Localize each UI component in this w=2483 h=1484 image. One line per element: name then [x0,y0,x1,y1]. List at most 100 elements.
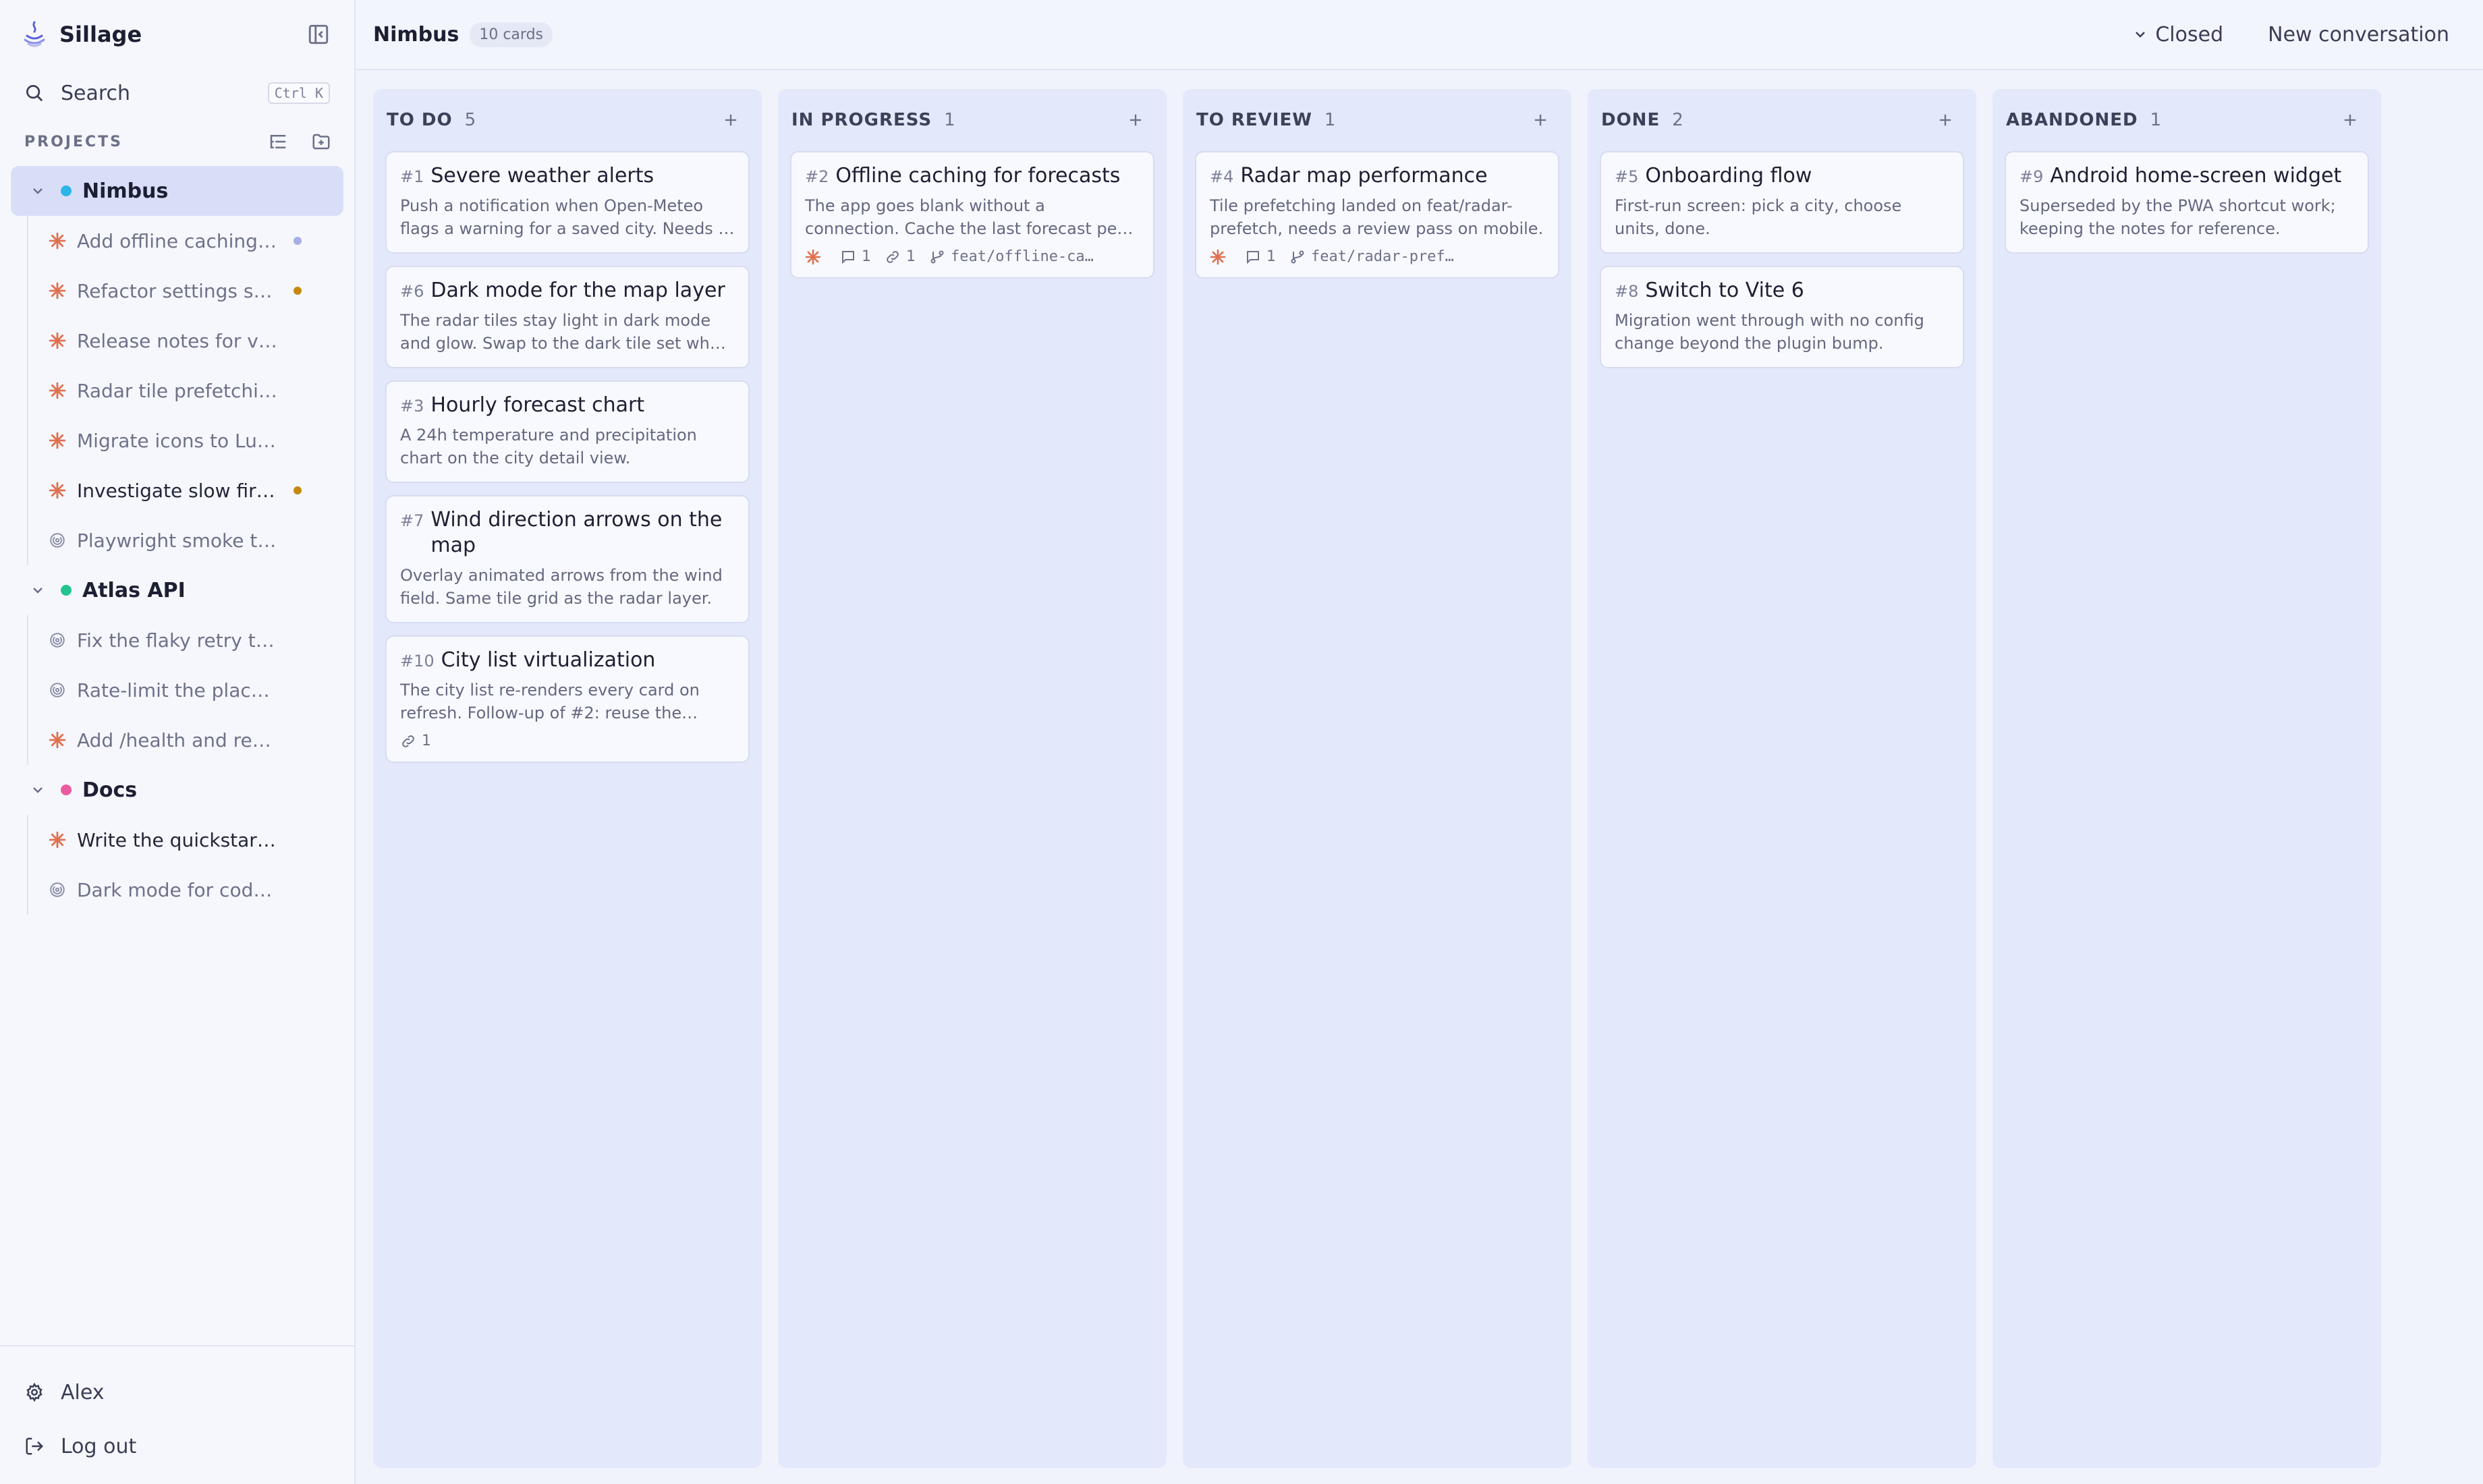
link-count-value: 1 [906,248,916,265]
card-number: #6 [400,282,424,301]
kanban-card[interactable]: #1 Severe weather alerts Push a notificati… [385,151,750,254]
logout-icon [26,1437,44,1455]
collapse-sidebar-icon[interactable] [307,23,330,46]
comment-count: 1 [1245,248,1276,265]
column-title: IN PROGRESS [791,110,932,130]
logout-label: Log out [61,1434,137,1458]
column-count: 1 [1324,110,1336,130]
column-abandoned: ABANDONED 1 #9 Android home-screen widget Su… [1992,89,2381,1468]
link-count: 1 [885,248,916,265]
sidebar: Sillage Search Ctrl K PROJECTS Nimbus Add… [0,0,356,1484]
conversation-title: Add offline caching for forecasts [77,229,279,252]
kanban-card[interactable]: #2 Offline caching for forecasts The app g… [790,151,1154,279]
card-title-row: #4 Radar map performance [1210,163,1544,189]
burst-icon [49,831,66,849]
logo-icon [24,21,45,47]
conversation-title: Refactor settings store [77,279,279,302]
add-card-button[interactable] [1936,111,1955,130]
branch-name: feat/radar-pref… [1311,248,1454,265]
unread-dot [294,237,302,245]
logout-button[interactable]: Log out [0,1419,354,1473]
card-title: Wind direction arrows on the map [430,508,723,557]
conversation-item[interactable]: Release notes for v0.9 [28,316,354,366]
card-title-row: #8 Switch to Vite 6 [1615,278,1949,304]
kanban-card[interactable]: #4 Radar map performance Tile prefetching … [1195,151,1559,279]
burst-icon [49,482,66,499]
column-header: TO REVIEW 1 [1195,89,1559,151]
project-docs[interactable]: Docs [11,765,343,815]
search-icon [26,85,43,102]
kanban-card[interactable]: #5 Onboarding flow First-run screen: pick … [1600,151,1964,254]
column-header: IN PROGRESS 1 [790,89,1154,151]
column-header: TO DO 5 [385,89,750,151]
card-title-row: #10 City list virtualization [400,648,735,673]
kanban-card[interactable]: #7 Wind direction arrows on the map Overla… [385,495,750,623]
search-shortcut: Ctrl K [267,82,330,104]
card-title: Dark mode for the map layer [430,279,725,302]
agent-indicator [1210,249,1231,265]
card-title-row: #3 Hourly forecast chart [400,393,735,418]
card-title: Radar map performance [1240,164,1488,188]
conversation-item[interactable]: Investigate slow first load [28,465,354,515]
conversation-item[interactable]: Radar tile prefetching [28,366,354,416]
settings-button[interactable]: Alex [0,1365,354,1419]
add-card-button[interactable] [721,111,740,130]
conversation-item[interactable]: Add /health and request logging [28,715,354,765]
kanban-card[interactable]: #3 Hourly forecast chart A 24h temperature… [385,380,750,483]
add-card-button[interactable] [1126,111,1145,130]
conversation-item[interactable]: Add offline caching for forecasts [28,216,354,266]
new-folder-icon[interactable] [311,132,331,152]
sidebar-footer: Alex Log out [0,1345,354,1484]
card-count-badge: 10 cards [470,22,553,47]
conversation-item[interactable]: Rate-limit the places endpoint [28,665,354,715]
project-nimbus[interactable]: Nimbus [11,166,343,216]
kanban-board: TO DO 5 #1 Severe weather alerts Push a noti… [356,70,2483,1484]
column-to-do: TO DO 5 #1 Severe weather alerts Push a noti… [373,89,762,1468]
conversation-item[interactable]: Migrate icons to Lucide [28,416,354,465]
comment-count-value: 1 [1266,248,1276,265]
column-title: TO REVIEW [1196,110,1312,130]
card-description: The app goes blank without a connection.… [805,196,1124,238]
card-title-row: #2 Offline caching for forecasts [805,163,1140,189]
kanban-card[interactable]: #10 City list virtualization The city list… [385,635,750,763]
closed-toggle-button[interactable]: Closed [2132,23,2223,47]
new-conversation-button[interactable]: New conversation [2268,23,2449,47]
kanban-card[interactable]: #9 Android home-screen widget Superseded b… [2005,151,2369,254]
spiral-icon [50,633,65,648]
project-name: Docs [82,778,138,802]
conversation-item[interactable]: Refactor settings store [28,266,354,316]
kanban-card[interactable]: #8 Switch to Vite 6 Migration went through… [1600,266,1964,368]
conversation-title: Fix the flaky retry test [77,629,279,652]
card-number: #10 [400,652,435,670]
card-description: The city list re-renders every card on r… [400,681,700,722]
card-title-row: #6 Dark mode for the map layer [400,278,735,304]
spiral-icon [50,882,65,897]
kanban-card[interactable]: #6 Dark mode for the map layer The radar t… [385,266,750,368]
card-description: Push a notification when Open-Meteo flag… [400,196,729,238]
comment-count-value: 1 [862,248,871,265]
conversation-item[interactable]: Write the quickstart guide [28,815,354,865]
project-atlas-api[interactable]: Atlas API [11,565,343,615]
search-button[interactable]: Search Ctrl K [0,69,354,117]
conversation-item[interactable]: Dark mode for code blocks [28,865,354,915]
add-card-button[interactable] [1531,111,1550,130]
topbar: Nimbus 10 cards Closed New conversation [356,0,2483,70]
card-number: #9 [2019,167,2044,186]
column-count: 5 [464,110,476,130]
conversation-item[interactable]: Playwright smoke tests [28,515,354,565]
chevron-down-icon [33,188,43,194]
add-card-button[interactable] [2341,111,2360,130]
comment-icon [842,250,854,264]
card-number: #2 [805,167,829,186]
list-tree-icon[interactable] [268,132,288,152]
link-count-value: 1 [422,733,431,749]
conversation-title: Migrate icons to Lucide [77,429,279,452]
column-title: DONE [1601,110,1661,130]
project-tree: Nimbus Add offline caching for forecasts R… [0,166,354,915]
chevron-down-icon [2136,32,2146,38]
card-title-row: #9 Android home-screen widget [2019,163,2354,189]
unread-dot [294,486,302,494]
conversation-item[interactable]: Fix the flaky retry test [28,615,354,665]
main-area: Nimbus 10 cards Closed New conversation … [356,0,2483,1484]
card-description: Superseded by the PWA shortcut work; kee… [2019,196,2336,238]
